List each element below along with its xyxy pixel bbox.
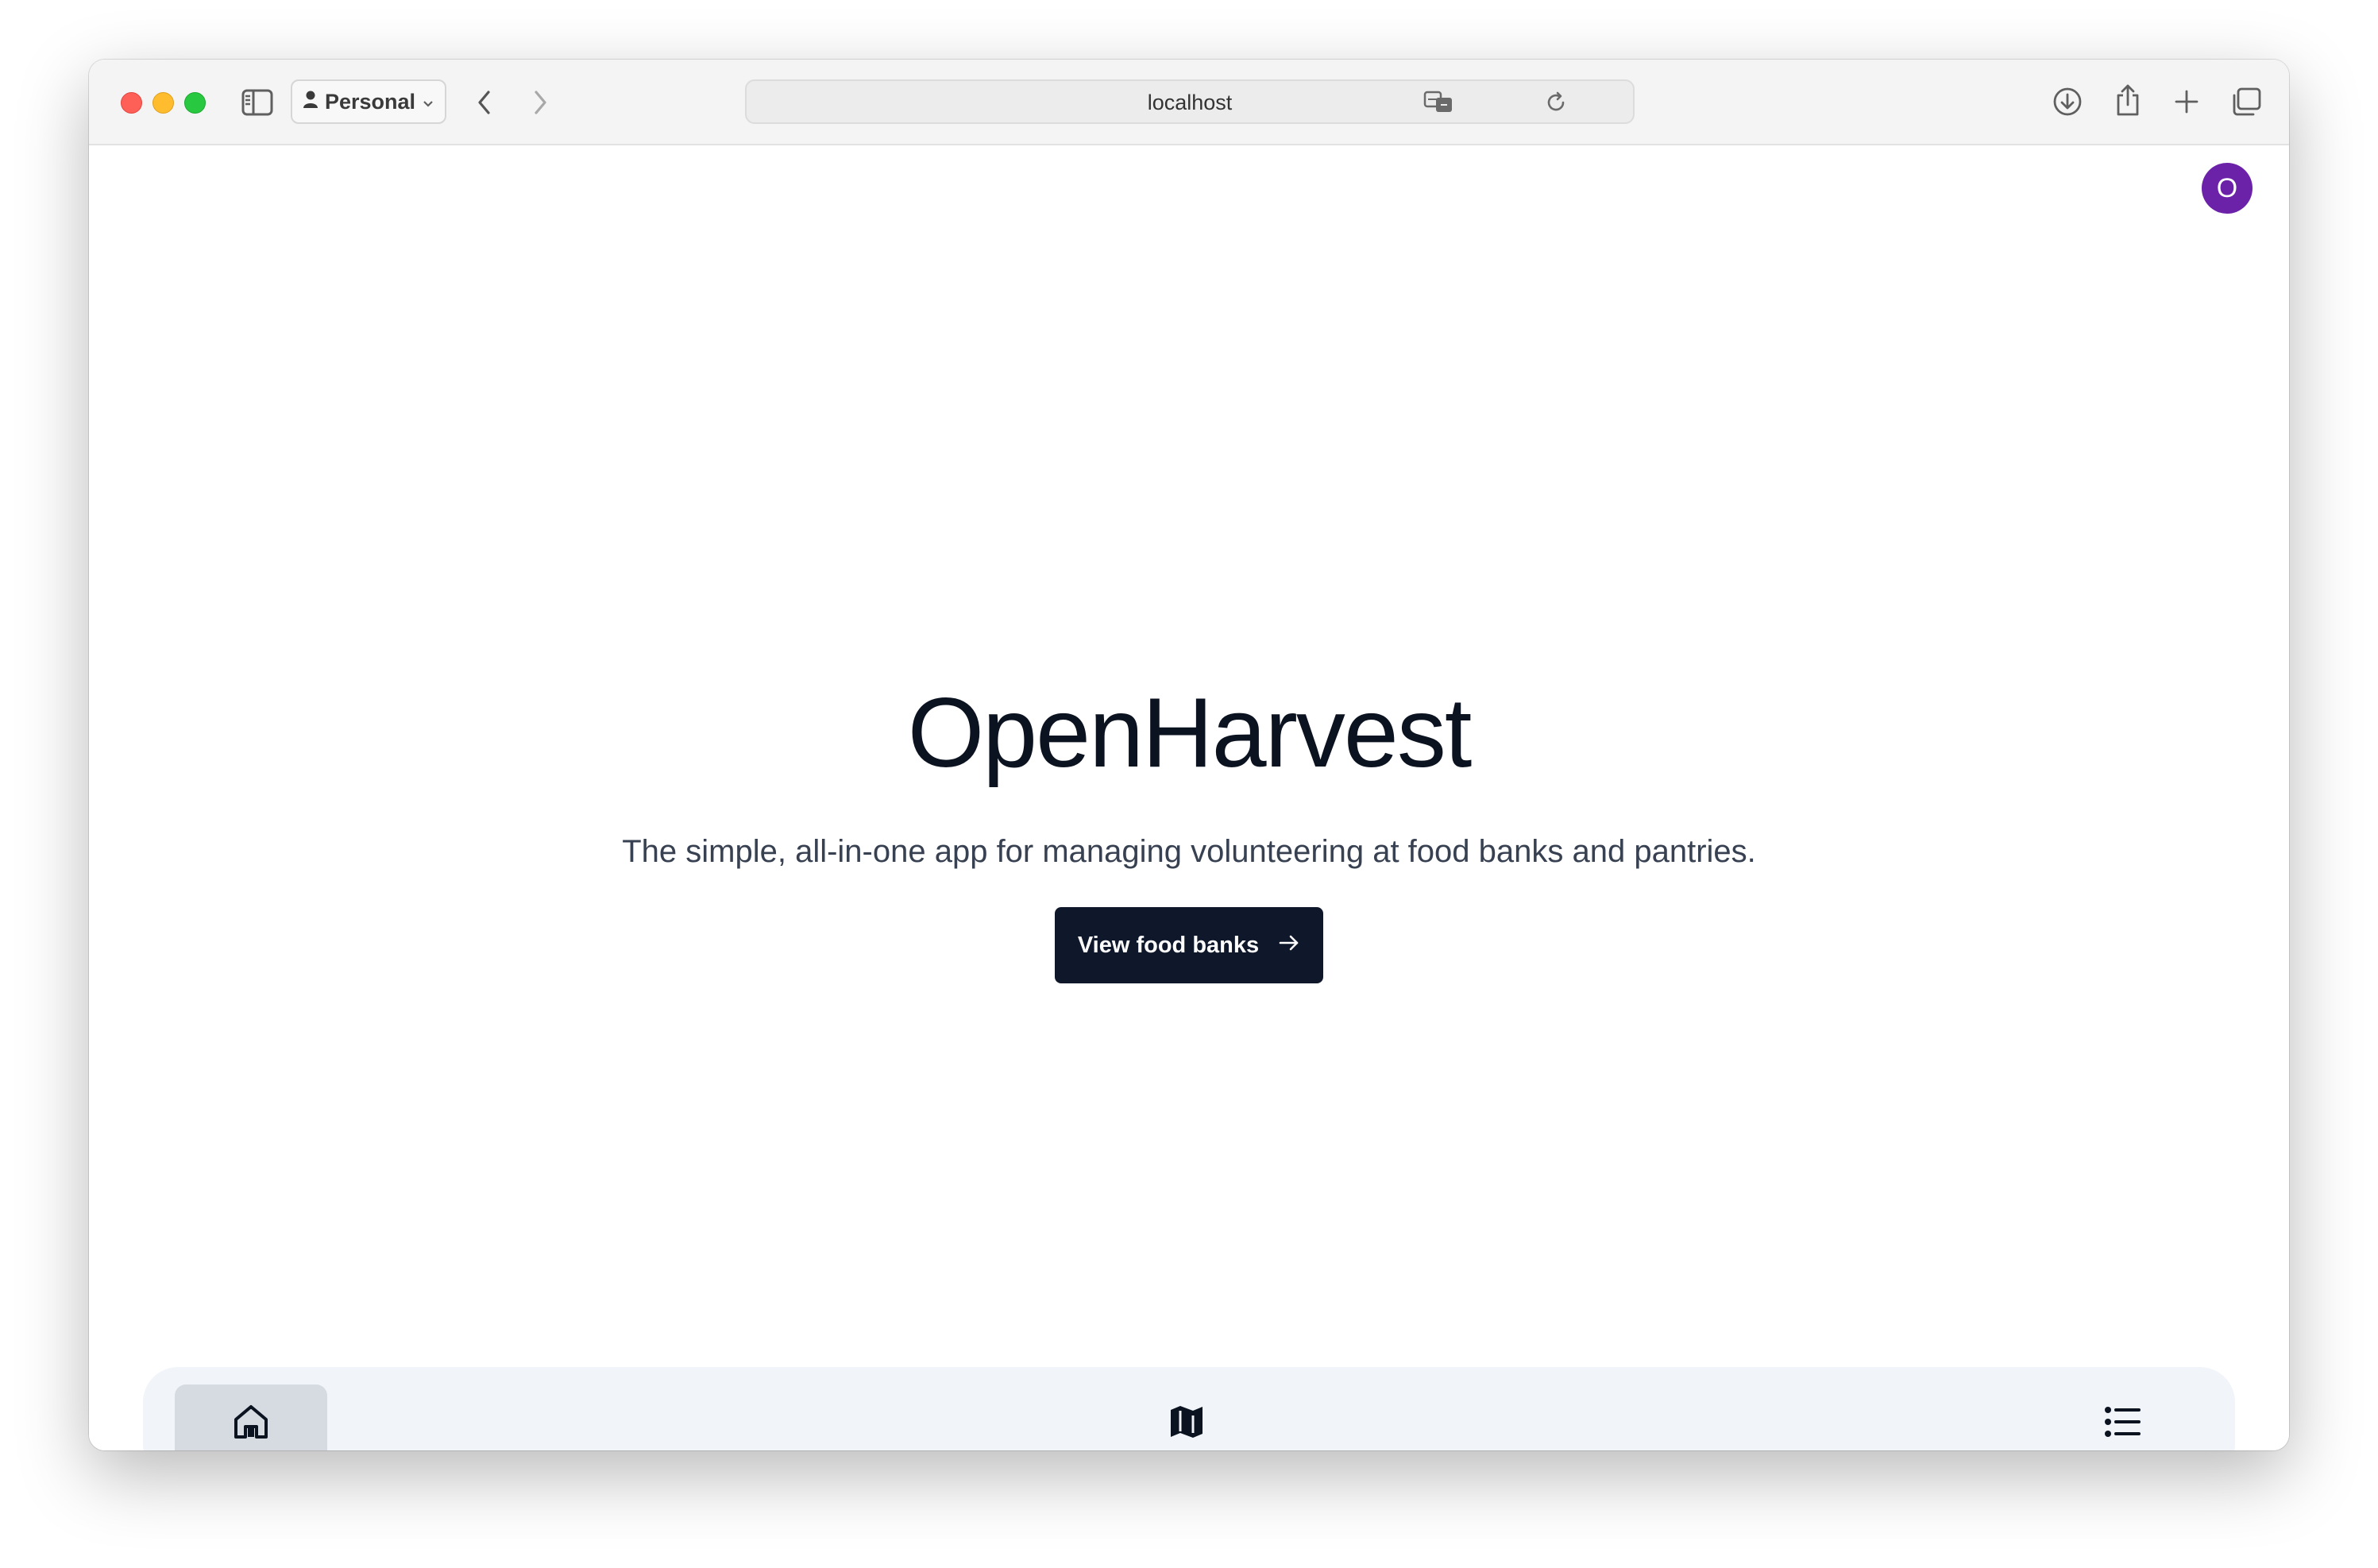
profile-label: Personal [324,89,416,114]
map-icon [1168,1404,1205,1444]
view-food-banks-button[interactable]: View food banks [1055,907,1323,983]
download-icon[interactable] [2049,83,2086,120]
sidebar-toggle-icon[interactable] [240,87,275,118]
address-bar[interactable]: localhost [745,79,1635,124]
page-subtitle: The simple, all-in-one app for managing … [622,834,1756,869]
minimize-window-button[interactable] [152,92,174,114]
page-content: O OpenHarvest The simple, all-in-one app… [89,145,2289,1450]
avatar[interactable]: O [2202,163,2253,214]
home-icon [232,1404,270,1444]
url-text: localhost [1147,91,1233,114]
new-tab-icon[interactable] [2168,83,2205,120]
chevron-down-icon [422,90,434,114]
translate-icon[interactable] [1422,88,1457,117]
page-title: OpenHarvest [907,678,1473,788]
arrow-right-icon [1278,933,1300,959]
back-icon[interactable] [467,83,502,122]
share-icon[interactable] [2110,80,2146,120]
forward-icon[interactable] [523,83,558,122]
nav-list[interactable] [2046,1385,2198,1450]
nav-map[interactable] [1110,1385,1263,1450]
person-icon [303,90,318,114]
close-window-button[interactable] [121,92,142,114]
cta-label: View food banks [1077,932,1260,958]
profile-switcher[interactable]: Personal [291,79,446,124]
tab-overview-icon[interactable] [2227,83,2265,120]
bottom-nav [143,1367,2235,1450]
reload-icon[interactable] [1542,89,1569,116]
list-icon [2104,1404,2141,1443]
maximize-window-button[interactable] [184,92,206,114]
browser-toolbar: Personal localhost [89,60,2289,145]
nav-home[interactable] [175,1385,327,1450]
browser-window: Personal localhost O OpenHarvest The sim… [89,60,2289,1450]
